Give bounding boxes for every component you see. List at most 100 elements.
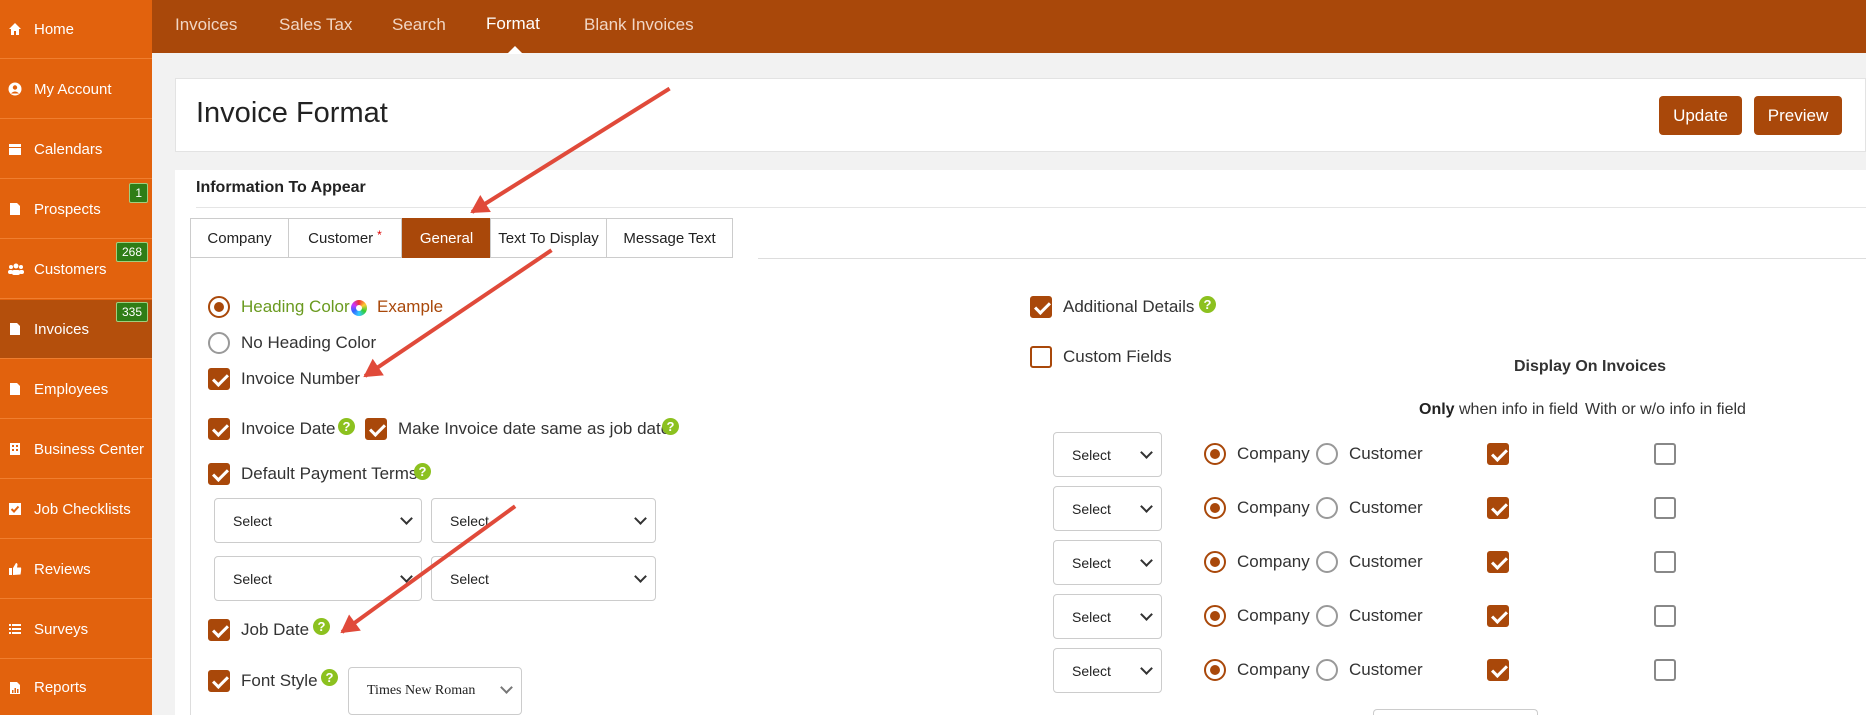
help-icon[interactable]: ? (338, 418, 355, 435)
select-value: Select (1072, 608, 1111, 625)
custom-field-select[interactable]: Select (1053, 648, 1162, 693)
select-value: Select (1072, 554, 1111, 571)
custom-field-select[interactable]: Select (1053, 594, 1162, 639)
sidebar-item-job-checklists[interactable]: Job Checklists (0, 480, 152, 539)
help-icon[interactable]: ? (414, 463, 431, 480)
sidebar-item-calendars[interactable]: Calendars (0, 120, 152, 179)
font-style-select[interactable]: Times New Roman (348, 667, 522, 715)
display-on-invoices-heading: Display On Invoices (1514, 358, 1667, 375)
additional-details-label: Additional Details (1063, 297, 1195, 316)
tab-label: General (419, 229, 474, 247)
company-radio-label: Company (1237, 498, 1310, 517)
custom-field-select[interactable]: Select (1053, 486, 1162, 531)
chevron-down-icon (1140, 500, 1153, 513)
chevron-down-icon (1140, 608, 1153, 621)
company-radio[interactable] (1204, 659, 1226, 681)
required-marker: * (377, 228, 382, 242)
only-when-info-checkbox[interactable] (1487, 551, 1509, 573)
sidebar-item-customers[interactable]: Customers 268 (0, 240, 152, 299)
sidebar-item-label: Job Checklists (34, 500, 131, 518)
help-icon[interactable]: ? (313, 618, 330, 635)
top-tab-sales-tax[interactable]: Sales Tax (279, 15, 352, 35)
sidebar-item-label: Prospects (34, 200, 101, 218)
help-icon[interactable]: ? (1199, 296, 1216, 313)
tab-label: Message Text (623, 229, 716, 247)
default-payment-terms-checkbox[interactable] (208, 463, 230, 485)
only-when-info-checkbox[interactable] (1487, 443, 1509, 465)
customer-radio[interactable] (1316, 605, 1338, 627)
no-heading-color-label: No Heading Color (241, 333, 377, 352)
partial-field[interactable] (1373, 709, 1538, 715)
company-radio[interactable] (1204, 551, 1226, 573)
font-style-label: Font Style (241, 671, 318, 690)
only-when-info-checkbox[interactable] (1487, 659, 1509, 681)
preview-button[interactable]: Preview (1754, 96, 1842, 135)
thumbs-up-icon (8, 562, 22, 576)
custom-field-select[interactable]: Select (1053, 540, 1162, 585)
company-radio[interactable] (1204, 605, 1226, 627)
additional-details-checkbox[interactable] (1030, 296, 1052, 318)
top-tab-blank-invoices[interactable]: Blank Invoices (584, 15, 694, 35)
invoices-count-badge: 335 (115, 302, 148, 322)
with-or-without-checkbox[interactable] (1654, 659, 1676, 681)
update-button[interactable]: Update (1659, 96, 1742, 135)
tab-customer[interactable]: Customer * (288, 218, 402, 258)
invoice-number-checkbox[interactable] (208, 368, 230, 390)
custom-fields-checkbox[interactable] (1030, 346, 1052, 368)
chevron-down-icon (1140, 446, 1153, 459)
tab-message-text[interactable]: Message Text (606, 218, 733, 258)
only-when-info-checkbox[interactable] (1487, 497, 1509, 519)
top-tab-invoices[interactable]: Invoices (175, 15, 237, 35)
top-tab-format[interactable]: Format (486, 14, 540, 34)
custom-field-select[interactable]: Select (1053, 432, 1162, 477)
same-as-job-date-checkbox[interactable] (365, 418, 387, 440)
same-as-job-date-label: Make Invoice date same as job date (398, 419, 671, 438)
sidebar-item-reports[interactable]: Reports (0, 660, 152, 715)
main-panel: Information To Appear Company Customer * … (175, 170, 1866, 715)
sidebar-item-prospects[interactable]: Prospects 1 (0, 180, 152, 239)
document-icon (8, 382, 22, 396)
customer-radio-label: Customer (1349, 660, 1423, 679)
tab-general[interactable]: General (402, 218, 491, 258)
with-or-without-checkbox[interactable] (1654, 605, 1676, 627)
invoice-date-label: Invoice Date (241, 419, 336, 438)
help-icon[interactable]: ? (662, 418, 679, 435)
payment-terms-select-1[interactable]: Select (214, 498, 422, 543)
sidebar-item-my-account[interactable]: My Account (0, 60, 152, 119)
heading-color-radio[interactable] (208, 296, 230, 318)
customer-radio[interactable] (1316, 551, 1338, 573)
sidebar-item-invoices[interactable]: Invoices 335 (0, 300, 152, 359)
sidebar-item-label: Business Center (34, 440, 145, 458)
no-heading-color-radio[interactable] (208, 332, 230, 354)
color-picker-icon[interactable] (351, 300, 367, 316)
list-icon (8, 622, 22, 636)
sidebar-item-business-center[interactable]: Business Center (0, 420, 152, 479)
payment-terms-select-4[interactable]: Select (431, 556, 656, 601)
job-date-checkbox[interactable] (208, 619, 230, 641)
tab-label: Text To Display (498, 229, 599, 247)
customers-count-badge: 268 (115, 242, 148, 262)
with-or-without-checkbox[interactable] (1654, 443, 1676, 465)
sidebar-item-surveys[interactable]: Surveys (0, 600, 152, 659)
customer-radio[interactable] (1316, 659, 1338, 681)
company-radio[interactable] (1204, 497, 1226, 519)
tab-company[interactable]: Company (190, 218, 289, 258)
top-tab-search[interactable]: Search (392, 15, 446, 35)
payment-terms-select-2[interactable]: Select (431, 498, 656, 543)
with-or-without-checkbox[interactable] (1654, 497, 1676, 519)
font-style-checkbox[interactable] (208, 670, 230, 692)
help-icon[interactable]: ? (321, 669, 338, 686)
sidebar-item-reviews[interactable]: Reviews (0, 540, 152, 599)
invoice-date-checkbox[interactable] (208, 418, 230, 440)
customer-radio[interactable] (1316, 443, 1338, 465)
sidebar-item-employees[interactable]: Employees (0, 360, 152, 419)
divider (196, 207, 1866, 208)
customer-radio[interactable] (1316, 497, 1338, 519)
sidebar-item-label: Reviews (34, 560, 91, 578)
company-radio[interactable] (1204, 443, 1226, 465)
only-when-info-checkbox[interactable] (1487, 605, 1509, 627)
sidebar-item-home[interactable]: Home (0, 0, 152, 59)
tab-line (758, 258, 1866, 259)
with-or-without-checkbox[interactable] (1654, 551, 1676, 573)
chevron-down-icon (1140, 554, 1153, 567)
